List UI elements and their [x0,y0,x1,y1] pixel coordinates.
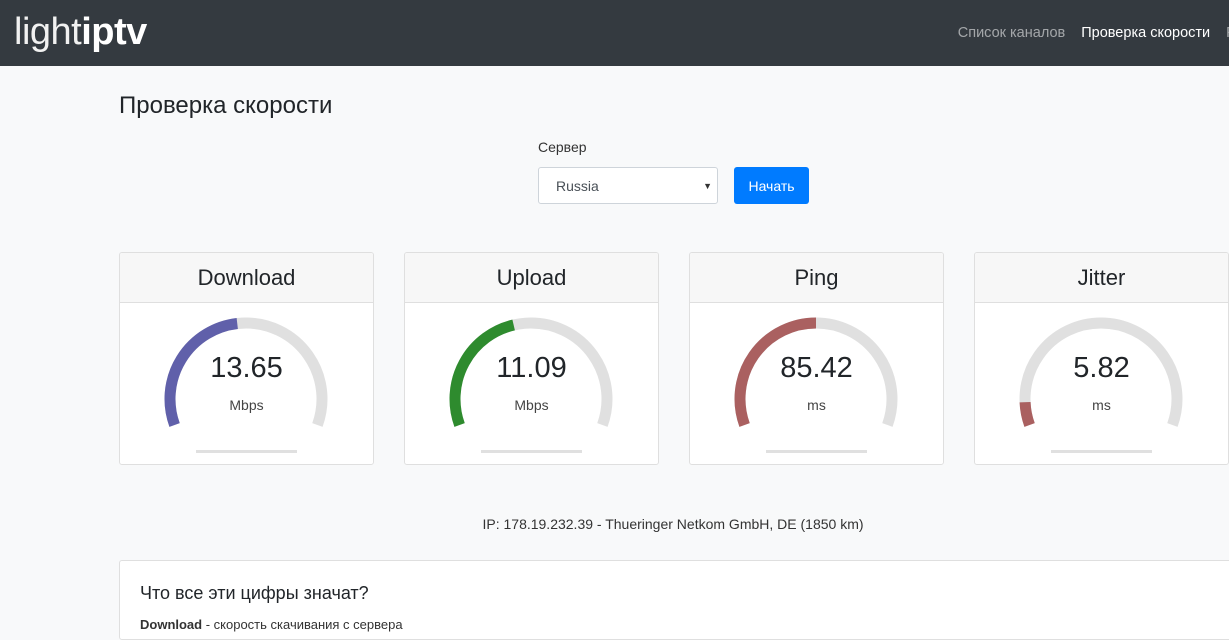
nav-links: Список каналов Проверка скорости F [942,0,1229,66]
download-unit: Mbps [229,397,264,413]
ip-info: IP: 178.19.232.39 - Thueringer Netkom Gm… [482,516,864,532]
nav-link-speed-test[interactable]: Проверка скорости [1081,25,1210,41]
brand-light: light [14,11,82,53]
ping-value: 85.42 [780,352,853,384]
download-gauge: 13.65 Mbps [120,303,373,464]
brand-logo[interactable]: lightiptv [14,9,147,55]
chevron-down-icon: ▼ [703,181,712,191]
ping-card: Ping 85.42 ms [689,252,944,465]
ping-unit: ms [807,397,826,413]
jitter-card: Jitter 5.82 ms [974,252,1229,465]
gauge-progress-bar [766,450,867,453]
server-select[interactable]: Russia ▼ [538,167,718,204]
nav-link-channel-list[interactable]: Список каналов [958,25,1065,41]
brand-iptv: iptv [81,11,147,53]
jitter-gauge: 5.82 ms [975,303,1228,464]
info-line: Download - скорость скачивания с сервера [140,616,403,634]
upload-title: Upload [405,253,658,303]
upload-value: 11.09 [496,352,567,384]
jitter-unit: ms [1092,397,1111,413]
page-title: Проверка скорости [119,92,333,119]
download-card: Download 13.65 Mbps [119,252,374,465]
navbar: lightiptv Список каналов Проверка скорос… [0,0,1229,66]
gauge-progress-bar [1051,450,1152,453]
upload-unit: Mbps [514,397,549,413]
gauge-progress-bar [196,450,297,453]
server-label: Сервер [538,139,587,155]
start-button[interactable]: Начать [734,167,809,204]
jitter-title: Jitter [975,253,1228,303]
info-card: Что все эти цифры значат? Download - ско… [119,560,1229,640]
upload-card: Upload 11.09 Mbps [404,252,659,465]
download-title: Download [120,253,373,303]
ping-gauge: 85.42 ms [690,303,943,464]
info-title: Что все эти цифры значат? [140,583,369,603]
ping-title: Ping [690,253,943,303]
gauge-progress-bar [481,450,582,453]
jitter-value: 5.82 [1073,352,1130,384]
upload-gauge: 11.09 Mbps [405,303,658,464]
download-value: 13.65 [210,352,283,384]
server-select-value: Russia [556,178,599,194]
